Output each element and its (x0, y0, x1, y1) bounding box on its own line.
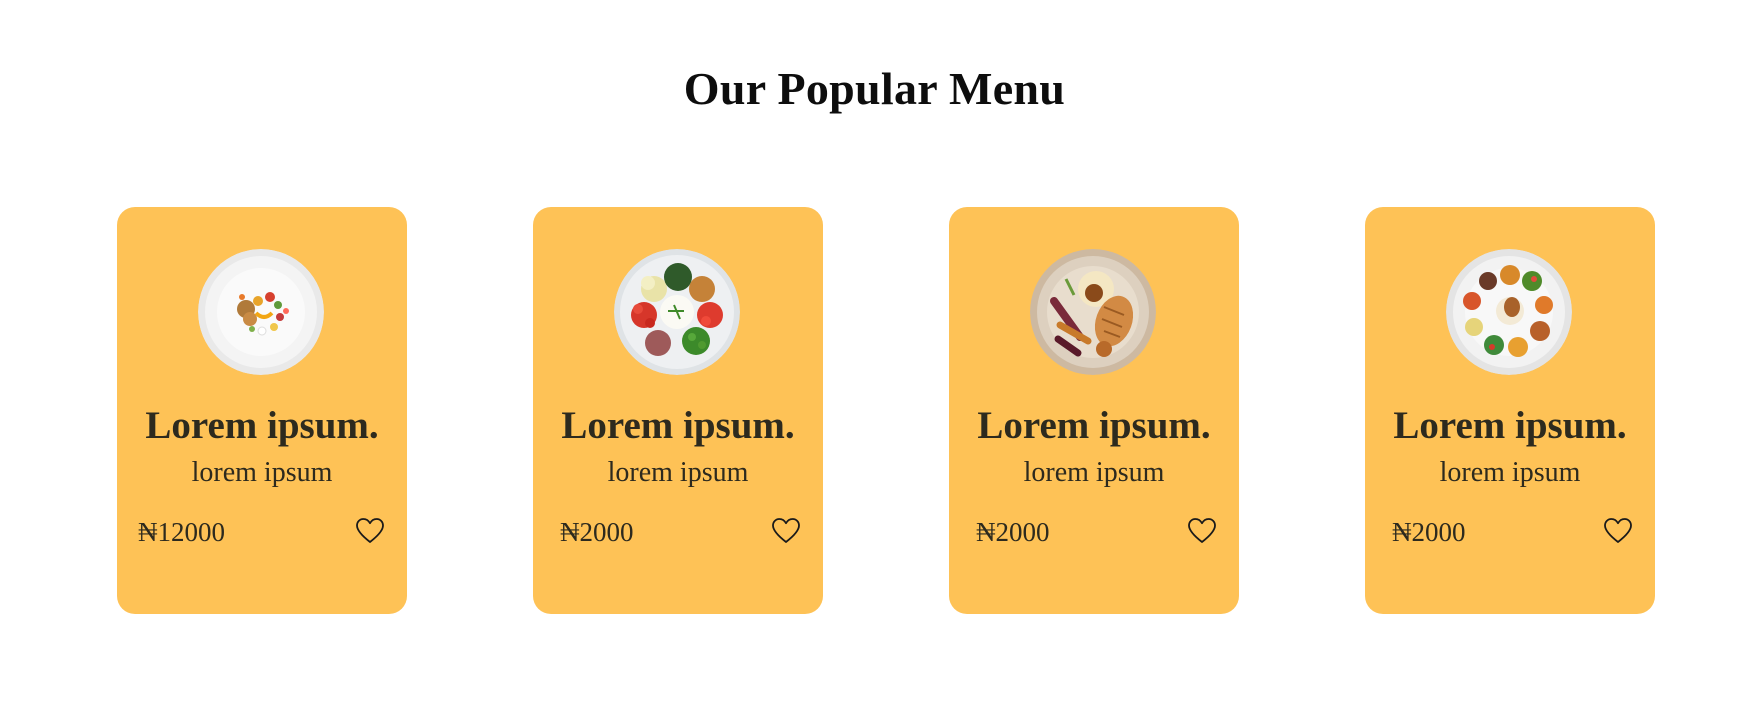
dish-image (1030, 249, 1156, 375)
dish-subtitle: lorem ipsum (1023, 457, 1165, 488)
dish-image (198, 249, 324, 375)
dish-image (614, 249, 740, 375)
dish-price: ₦2000 (1392, 517, 1466, 547)
heart-icon[interactable] (771, 517, 801, 545)
heart-icon[interactable] (355, 517, 385, 545)
menu-card[interactable]: Lorem ipsum. lorem ipsum ₦2000 (533, 207, 823, 614)
dish-title: Lorem ipsum. (561, 404, 795, 447)
dish-subtitle: lorem ipsum (607, 457, 749, 488)
menu-card[interactable]: Lorem ipsum. lorem ipsum ₦2000 (949, 207, 1239, 614)
dish-price: ₦2000 (976, 517, 1050, 547)
dish-title: Lorem ipsum. (145, 404, 379, 447)
heart-icon[interactable] (1603, 517, 1633, 545)
dish-price: ₦2000 (560, 517, 634, 547)
dish-price: ₦12000 (138, 517, 225, 547)
dish-subtitle: lorem ipsum (191, 457, 333, 488)
heart-icon[interactable] (1187, 517, 1217, 545)
dish-subtitle: lorem ipsum (1439, 457, 1581, 488)
dish-title: Lorem ipsum. (1393, 404, 1627, 447)
menu-card[interactable]: Lorem ipsum. lorem ipsum ₦2000 (1365, 207, 1655, 614)
section-title: Our Popular Menu (683, 63, 1066, 114)
dish-title: Lorem ipsum. (977, 404, 1211, 447)
menu-card[interactable]: Lorem ipsum. lorem ipsum ₦12000 (117, 207, 407, 614)
dish-image (1446, 249, 1572, 375)
